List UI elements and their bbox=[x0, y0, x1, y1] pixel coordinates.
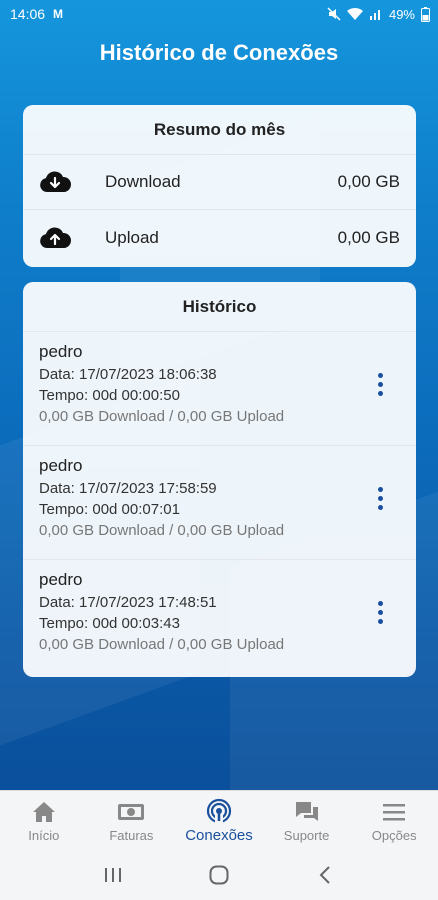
menu-icon bbox=[383, 798, 406, 826]
summary-download-label: Download bbox=[105, 172, 181, 191]
connection-duration: Tempo: 00d 00:00:50 bbox=[39, 387, 180, 404]
summary-upload-value: 0,00 GB bbox=[337, 227, 400, 247]
connection-duration: Tempo: 00d 00:07:01 bbox=[39, 501, 180, 518]
carrier-icon: M bbox=[53, 7, 64, 21]
nav-item-inicio[interactable]: Início bbox=[0, 791, 88, 850]
recent-apps-icon[interactable] bbox=[93, 855, 133, 895]
battery-level: 49% bbox=[388, 6, 415, 22]
mute-icon bbox=[327, 7, 341, 21]
list-item: pedro Data: 17/07/2023 17:58:59 Tempo: 0… bbox=[23, 446, 416, 560]
nav-item-opcoes[interactable]: Opções bbox=[350, 791, 438, 850]
summary-download-value: 0,00 GB bbox=[337, 172, 400, 191]
nav-item-conexoes[interactable]: Conexões bbox=[175, 791, 263, 850]
nav-label: Início bbox=[28, 828, 60, 843]
nav-label: Opções bbox=[371, 828, 417, 843]
chat-icon bbox=[295, 798, 319, 826]
broadcast-icon bbox=[206, 797, 232, 825]
monthly-summary-card: Resumo do mês Download 0,00 GB Upload 0,… bbox=[23, 105, 416, 267]
back-icon[interactable] bbox=[305, 855, 345, 895]
nav-item-suporte[interactable]: Suporte bbox=[263, 791, 351, 850]
list-item: pedro Data: 17/07/2023 17:48:51 Tempo: 0… bbox=[23, 560, 416, 674]
battery-icon bbox=[421, 6, 430, 22]
connection-user: pedro bbox=[39, 570, 83, 589]
summary-row-download: Download 0,00 GB bbox=[23, 155, 416, 210]
system-navigation-bar bbox=[0, 850, 438, 900]
signal-icon bbox=[369, 10, 380, 20]
money-icon bbox=[118, 798, 145, 826]
more-options-icon[interactable] bbox=[370, 478, 390, 518]
summary-upload-label: Upload bbox=[105, 227, 159, 247]
home-button-icon[interactable] bbox=[199, 855, 239, 895]
connection-user: pedro bbox=[39, 342, 83, 361]
summary-row-upload: Upload 0,00 GB bbox=[23, 210, 416, 265]
connection-date: Data: 17/07/2023 17:58:59 bbox=[39, 480, 217, 497]
page-title: Histórico de Conexões bbox=[99, 40, 339, 65]
connection-user: pedro bbox=[39, 456, 83, 475]
list-item: pedro Data: 17/07/2023 18:06:38 Tempo: 0… bbox=[23, 332, 416, 446]
nav-item-faturas[interactable]: Faturas bbox=[88, 791, 176, 850]
status-icons: 49% bbox=[327, 6, 430, 22]
connection-traffic: 0,00 GB Download / 0,00 GB Upload bbox=[39, 408, 285, 425]
summary-title: Resumo do mês bbox=[23, 105, 416, 155]
nav-label: Suporte bbox=[283, 828, 330, 843]
status-bar: 14:06 M 49% bbox=[0, 0, 438, 28]
nav-label: Conexões bbox=[185, 827, 253, 844]
wifi-icon bbox=[346, 7, 363, 21]
bottom-navigation: Início Faturas Conexões Suporte Opções bbox=[0, 790, 438, 850]
status-time: 14:06 bbox=[10, 6, 46, 22]
connection-traffic: 0,00 GB Download / 0,00 GB Upload bbox=[39, 522, 285, 539]
connection-duration: Tempo: 00d 00:03:43 bbox=[39, 615, 180, 632]
cloud-download-icon bbox=[39, 170, 71, 194]
connection-traffic: 0,00 GB Download / 0,00 GB Upload bbox=[39, 636, 285, 653]
history-title: Histórico bbox=[23, 282, 416, 332]
more-options-icon[interactable] bbox=[370, 364, 390, 404]
more-options-icon[interactable] bbox=[370, 592, 390, 632]
cloud-upload-icon bbox=[39, 226, 71, 250]
nav-label: Faturas bbox=[109, 828, 154, 843]
home-icon bbox=[32, 798, 56, 826]
connection-date: Data: 17/07/2023 17:48:51 bbox=[39, 594, 217, 611]
connection-date: Data: 17/07/2023 18:06:38 bbox=[39, 366, 217, 383]
history-card: Histórico pedro Data: 17/07/2023 18:06:3… bbox=[23, 282, 416, 677]
